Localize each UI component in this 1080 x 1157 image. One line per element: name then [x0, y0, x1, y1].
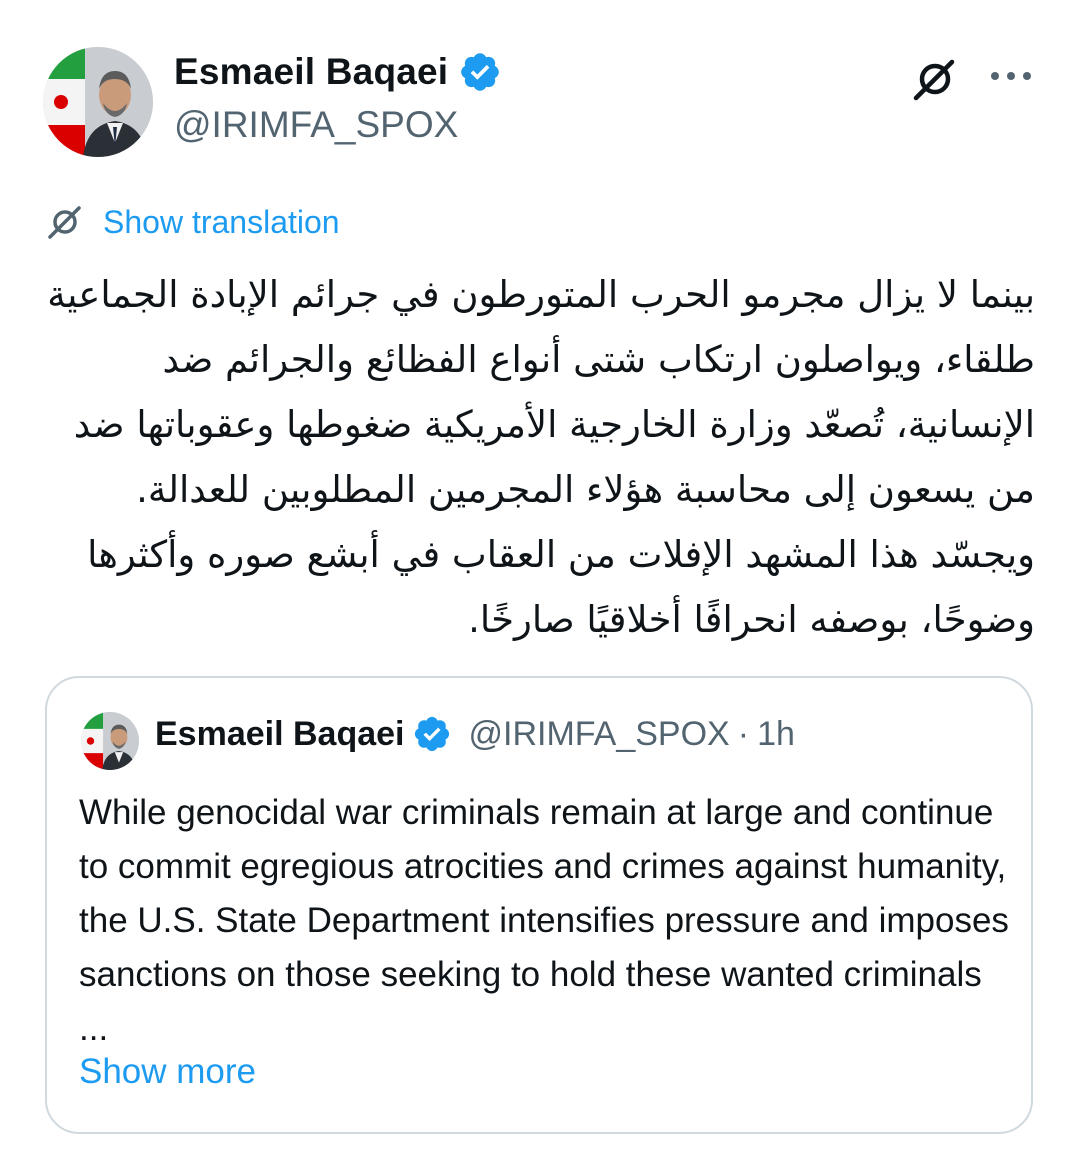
quoted-avatar[interactable]: [81, 712, 139, 770]
separator-dot: ·: [737, 714, 750, 753]
quoted-tweet-text: While genocidal war criminals remain at …: [79, 793, 1009, 1048]
quoted-author-handle[interactable]: @IRIMFA_SPOX: [468, 715, 729, 754]
quoted-timestamp[interactable]: 1h: [757, 715, 795, 754]
translate-row[interactable]: Show translation: [45, 202, 340, 242]
show-more-link[interactable]: Show more: [79, 1052, 256, 1092]
verified-badge-icon[interactable]: [458, 50, 502, 94]
show-translation-link[interactable]: Show translation: [103, 204, 340, 241]
verified-badge-icon: [412, 714, 452, 754]
quoted-avatar-image: [81, 712, 139, 770]
grok-icon[interactable]: [910, 54, 960, 104]
author-name[interactable]: Esmaeil Baqaei: [174, 51, 448, 93]
tweet-text: بينما لا يزال مجرمو الحرب المتورطون في ج…: [47, 273, 1035, 641]
avatar-image: [43, 47, 153, 157]
author-handle[interactable]: @IRIMFA_SPOX: [174, 104, 458, 146]
avatar[interactable]: [43, 47, 153, 157]
more-horizontal-icon[interactable]: [985, 56, 1037, 96]
quoted-author-name[interactable]: Esmaeil Baqaei: [155, 715, 404, 754]
translate-icon: [45, 202, 85, 242]
author-name-row[interactable]: Esmaeil Baqaei: [174, 50, 502, 94]
quoted-header: Esmaeil Baqaei @IRIMFA_SPOX · 1h: [155, 714, 795, 754]
quoted-tweet-card[interactable]: Esmaeil Baqaei @IRIMFA_SPOX · 1h While g…: [45, 676, 1033, 1134]
